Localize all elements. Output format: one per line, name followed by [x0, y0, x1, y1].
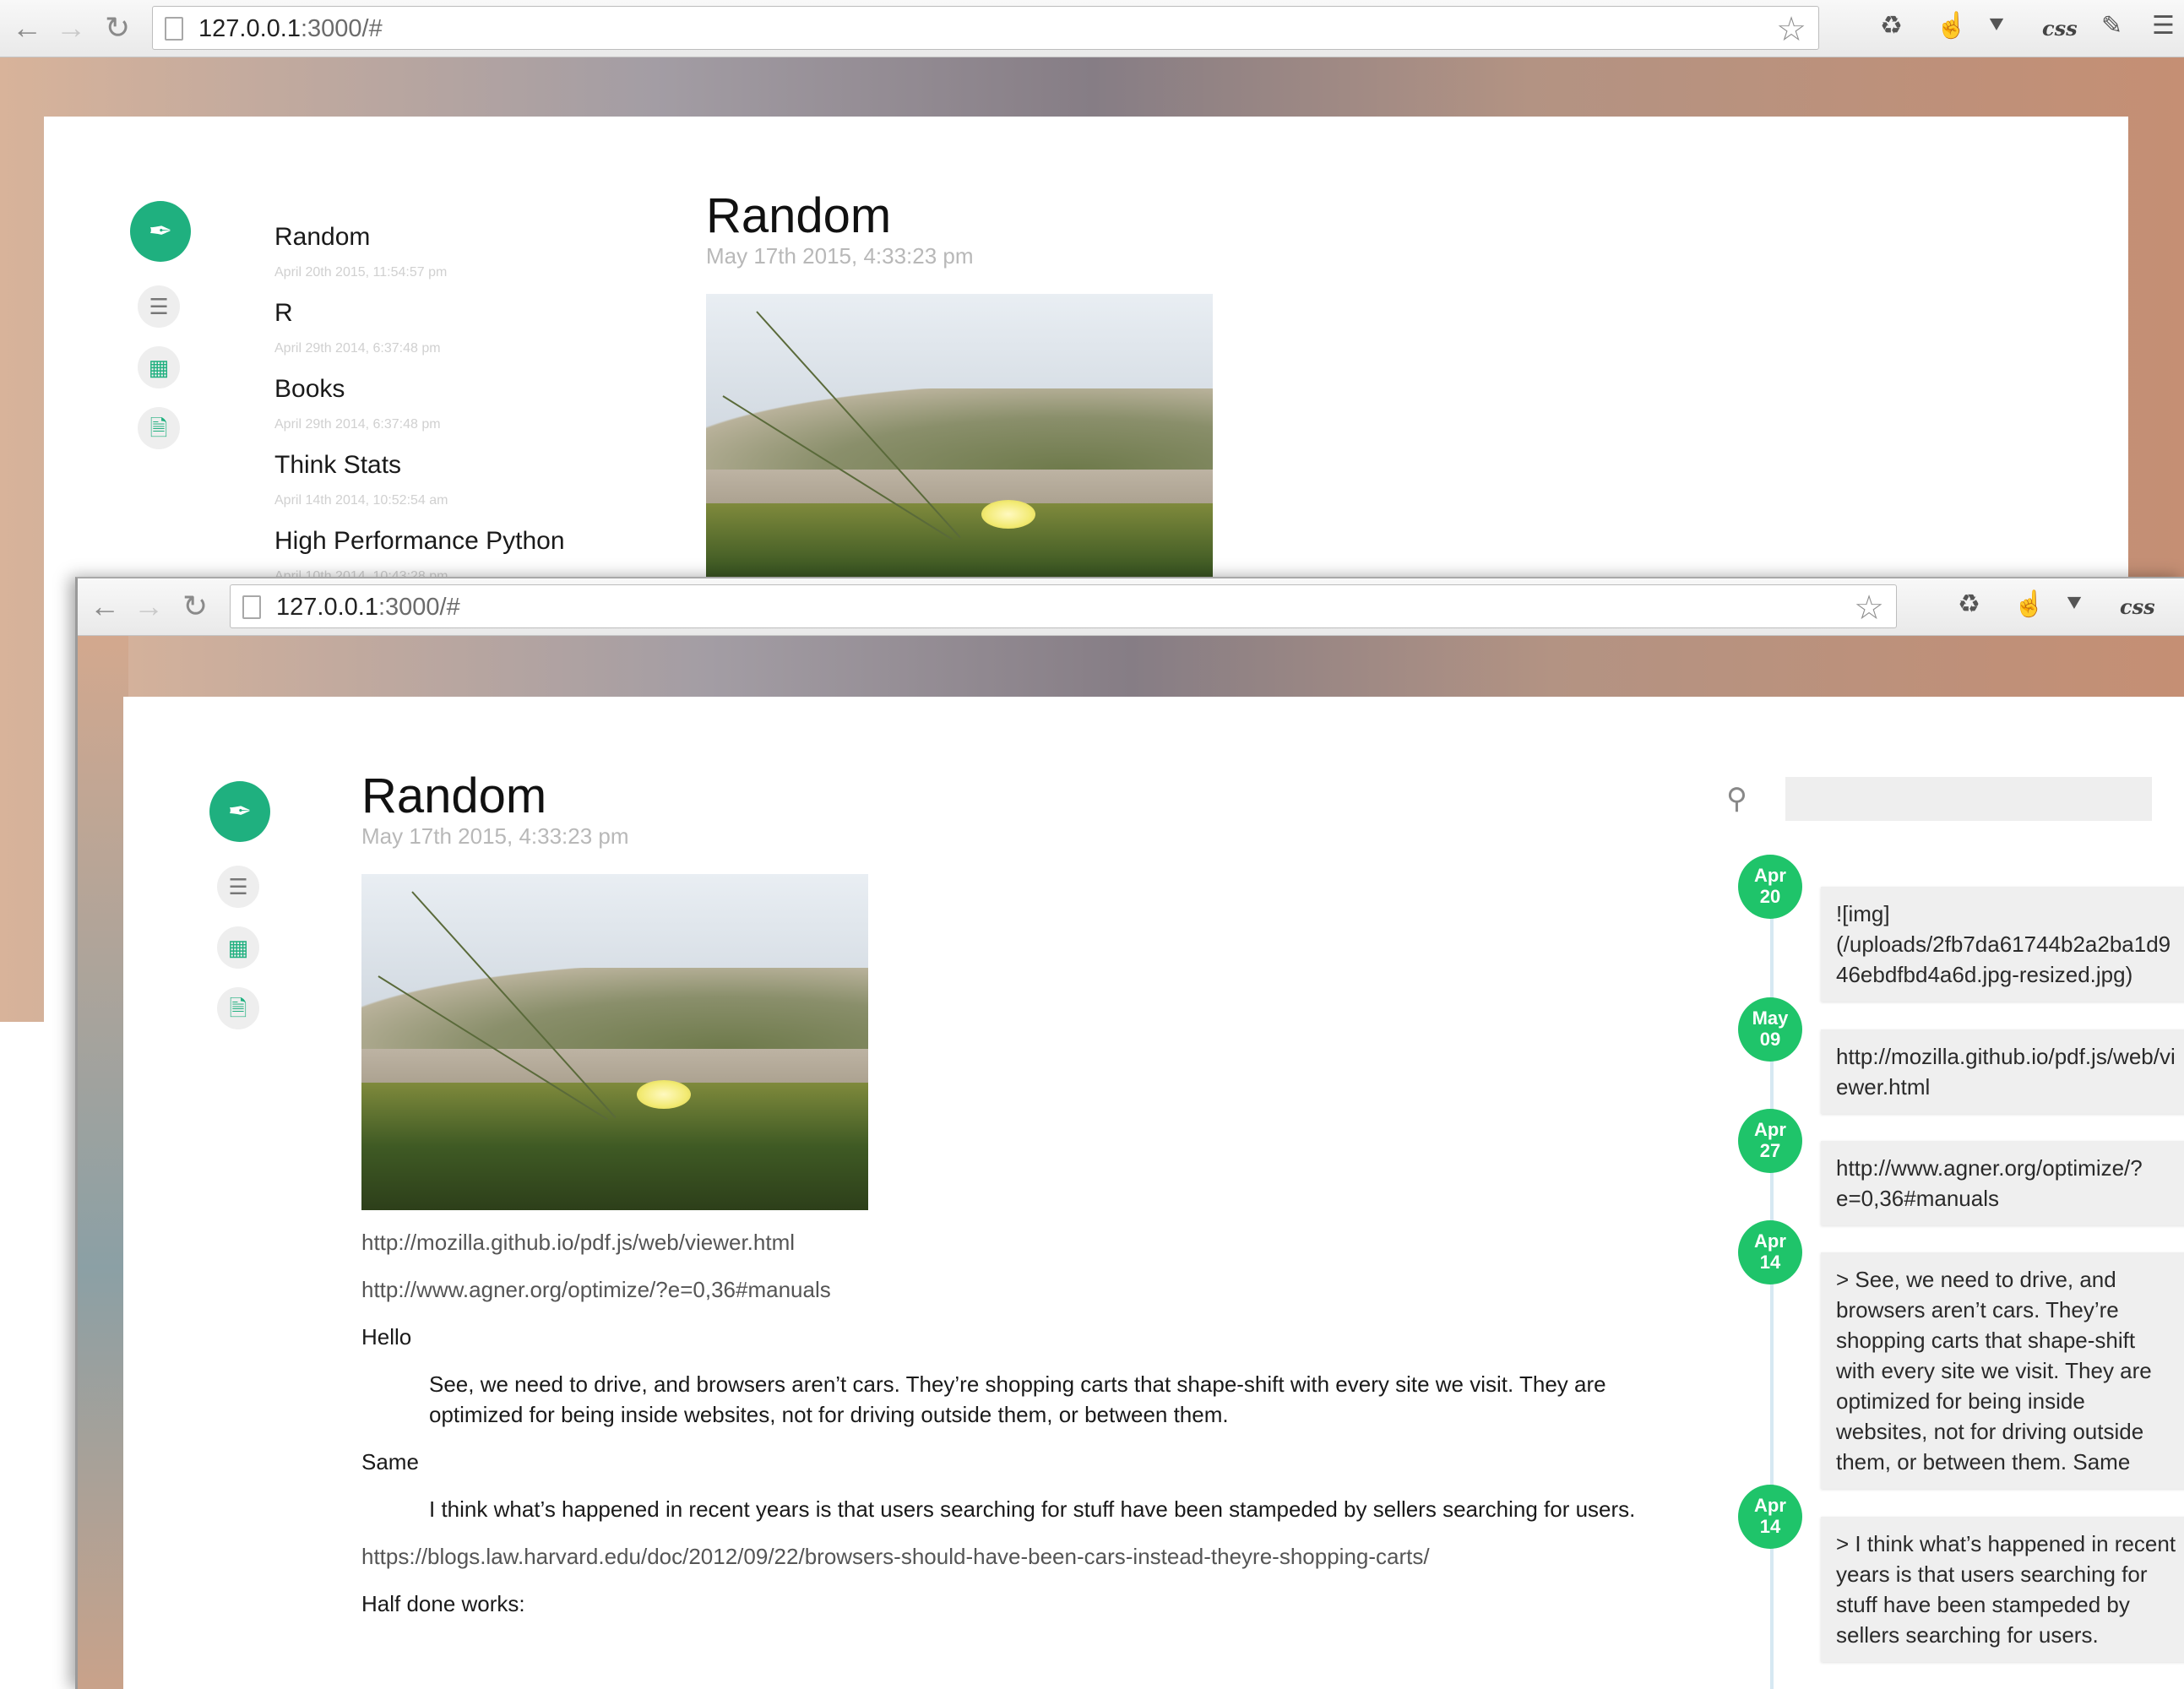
post-title: Random: [706, 188, 892, 243]
reload-icon[interactable]: ↻: [105, 11, 130, 45]
post-title: Random: [361, 768, 547, 823]
post-link[interactable]: http://mozilla.github.io/pdf.js/web/view…: [361, 1230, 795, 1255]
note-item-date: April 29th 2014, 6:37:48 pm: [274, 341, 441, 356]
note-item-title[interactable]: R: [274, 299, 293, 328]
timeline-card[interactable]: ![img](/uploads/2fb7da61744b2a2ba1d946eb…: [1821, 887, 2184, 1002]
post-paragraph: Half done works:: [361, 1591, 525, 1616]
note-item-title[interactable]: Books: [274, 375, 345, 404]
reload-icon[interactable]: ↻: [182, 589, 208, 623]
post-blockquote: I think what’s happened in recent years …: [429, 1496, 1636, 1522]
reload-ext-icon[interactable]: ♻: [1958, 588, 1980, 622]
broom-icon[interactable]: ✎: [2101, 9, 2122, 43]
post-paragraph: Hello: [361, 1324, 412, 1350]
css-icon[interactable]: css: [2120, 590, 2155, 624]
timeline-card[interactable]: > See, we need to drive, and browsers ar…: [1821, 1252, 2184, 1489]
page-icon: [242, 595, 261, 619]
app-card: ✒ ☰ ▦ 🗎 Random May 17th 2015, 4:33:23 pm…: [123, 697, 2184, 1689]
page-backdrop-edge: [78, 636, 128, 1689]
menu-icon[interactable]: ☰: [2152, 9, 2175, 43]
note-item-title[interactable]: High Performance Python: [274, 527, 565, 556]
timeline-date-badge: Apr 14: [1738, 1220, 1802, 1284]
post-date: May 17th 2015, 4:33:23 pm: [361, 823, 629, 849]
search-bar: ⚲: [1726, 777, 2165, 824]
note-item-date: April 29th 2014, 6:37:48 pm: [274, 417, 441, 432]
timeline-card[interactable]: http://mozilla.github.io/pdf.js/web/view…: [1821, 1029, 2184, 1114]
pocket-icon[interactable]: ⯆: [2064, 588, 2084, 622]
post-date: May 17th 2015, 4:33:23 pm: [706, 243, 974, 269]
url-text: 127.0.0.1:3000/#: [198, 15, 383, 42]
grid-view-icon[interactable]: ▦: [217, 926, 259, 969]
address-bar[interactable]: 127.0.0.1:3000/# ☆: [152, 6, 1819, 50]
evernote-icon[interactable]: ☝: [2013, 588, 2045, 622]
reload-ext-icon[interactable]: ♻: [1880, 9, 1903, 43]
new-note-icon[interactable]: 🗎: [217, 987, 259, 1029]
post-paragraph: Same: [361, 1449, 419, 1474]
list-view-icon[interactable]: ☰: [138, 285, 180, 328]
post-link[interactable]: http://www.agner.org/optimize/?e=0,36#ma…: [361, 1277, 831, 1302]
timeline-date-badge: Apr 14: [1738, 1485, 1802, 1549]
page-icon: [165, 17, 183, 41]
search-input[interactable]: [1785, 777, 2152, 821]
new-note-icon[interactable]: 🗎: [138, 407, 180, 449]
evernote-icon[interactable]: ☝: [1936, 9, 1967, 43]
list-view-icon[interactable]: ☰: [217, 866, 259, 908]
back-arrow-icon[interactable]: ←: [12, 11, 42, 45]
timeline-date-badge: Apr 27: [1738, 1109, 1802, 1173]
pocket-icon[interactable]: ⯆: [1986, 9, 2007, 43]
url-text: 127.0.0.1:3000/#: [276, 594, 460, 621]
post-blockquote: See, we need to drive, and browsers aren…: [429, 1371, 1606, 1427]
grid-view-icon[interactable]: ▦: [138, 346, 180, 388]
pen-logo-icon[interactable]: ✒: [130, 201, 191, 262]
note-item-title[interactable]: Think Stats: [274, 451, 401, 480]
back-arrow-icon[interactable]: ←: [90, 589, 120, 623]
timeline-date-badge: Apr 20: [1738, 855, 1802, 919]
forward-arrow-icon[interactable]: →: [133, 589, 164, 623]
browser-toolbar: ← → ↻ 127.0.0.1:3000/# ☆ ♻ ☝ ⯆ css ✎ ☰: [0, 0, 2184, 57]
post-image: [361, 874, 868, 1210]
search-icon[interactable]: ⚲: [1726, 782, 1747, 816]
address-bar[interactable]: 127.0.0.1:3000/# ☆: [230, 584, 1897, 628]
browser-toolbar: ← → ↻ 127.0.0.1:3000/# ☆ ♻ ☝ ⯆ css: [78, 578, 2184, 636]
timeline-date-badge: May 09: [1738, 997, 1802, 1062]
forward-arrow-icon[interactable]: →: [56, 11, 86, 45]
bookmark-star-icon[interactable]: ☆: [1854, 589, 1884, 627]
post-body: http://mozilla.github.io/pdf.js/web/view…: [361, 1227, 1696, 1636]
css-icon[interactable]: css: [2042, 12, 2078, 46]
bookmark-star-icon[interactable]: ☆: [1776, 10, 1806, 49]
pen-logo-icon[interactable]: ✒: [209, 781, 270, 842]
note-item-date: April 14th 2014, 10:52:54 am: [274, 493, 448, 508]
timeline-card[interactable]: > I think what’s happened in recent year…: [1821, 1517, 2184, 1662]
note-item-title[interactable]: Random: [274, 223, 370, 252]
browser-window-front: ← → ↻ 127.0.0.1:3000/# ☆ ♻ ☝ ⯆ css ✒ ☰ ▦…: [75, 577, 2184, 1689]
post-link[interactable]: https://blogs.law.harvard.edu/doc/2012/0…: [361, 1544, 1430, 1569]
timeline-card[interactable]: http://www.agner.org/optimize/?e=0,36#ma…: [1821, 1141, 2184, 1225]
note-item-date: April 20th 2015, 11:54:57 pm: [274, 265, 448, 280]
